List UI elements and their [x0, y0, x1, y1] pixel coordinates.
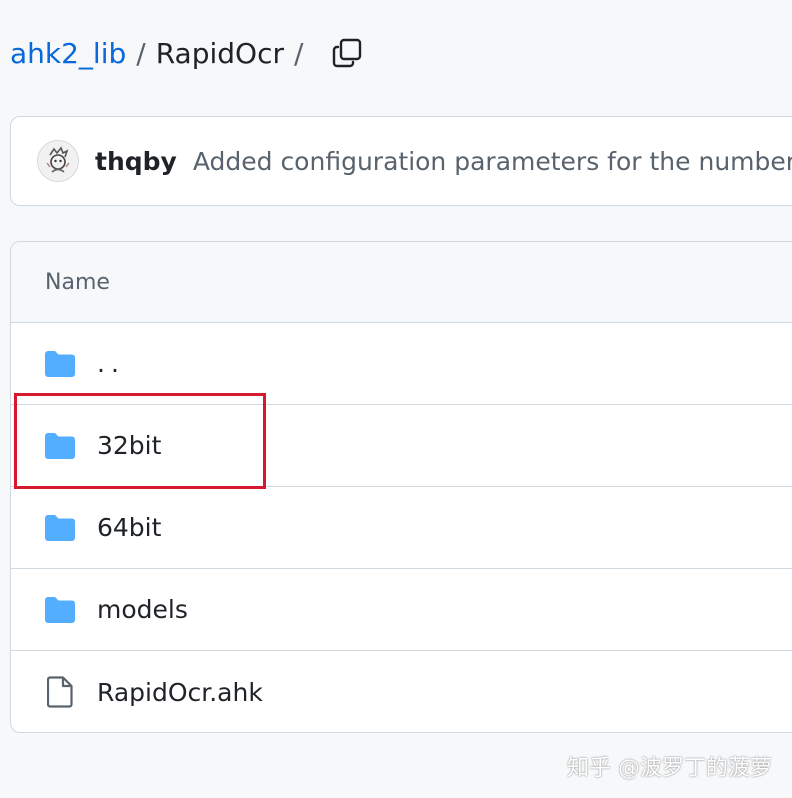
table-header: Name — [11, 242, 792, 323]
folder-icon — [43, 513, 77, 543]
watermark: 知乎 @波罗丁的菠萝 — [567, 756, 772, 781]
file-row-32bit[interactable]: 32bit — [11, 405, 792, 487]
file-row-models[interactable]: models — [11, 569, 792, 651]
copy-icon — [333, 38, 362, 68]
commit-author-link[interactable]: thqby — [95, 147, 177, 176]
folder-icon — [43, 595, 77, 625]
folder-icon — [43, 431, 77, 461]
avatar[interactable] — [37, 140, 79, 182]
breadcrumb-separator: / — [136, 36, 146, 70]
column-header-name: Name — [45, 269, 110, 295]
file-row-name[interactable]: models — [97, 595, 188, 624]
breadcrumb-current-folder: RapidOcr — [155, 36, 284, 70]
file-row-name[interactable]: RapidOcr.ahk — [97, 678, 263, 707]
breadcrumb: ahk2_lib / RapidOcr / — [10, 30, 367, 76]
folder-icon — [43, 349, 77, 379]
file-table: Name .. 32bit 64bit models RapidOcr.ahk — [10, 241, 792, 733]
latest-commit-bar: thqby Added configuration parameters for… — [10, 116, 792, 206]
breadcrumb-repo-link[interactable]: ahk2_lib — [10, 37, 126, 70]
file-row-name[interactable]: 64bit — [97, 513, 161, 542]
file-row-64bit[interactable]: 64bit — [11, 487, 792, 569]
commit-message-link[interactable]: Added configuration parameters for the n… — [193, 147, 792, 176]
file-icon — [43, 676, 77, 708]
file-row-name[interactable]: .. — [97, 349, 125, 378]
file-row-parent-dir[interactable]: .. — [11, 323, 792, 405]
copy-path-button[interactable] — [327, 33, 367, 73]
file-row-rapidocr-ahk[interactable]: RapidOcr.ahk — [11, 651, 792, 732]
file-row-name[interactable]: 32bit — [97, 431, 161, 460]
breadcrumb-trailing-separator: / — [293, 36, 304, 70]
user-avatar-icon — [39, 142, 77, 180]
